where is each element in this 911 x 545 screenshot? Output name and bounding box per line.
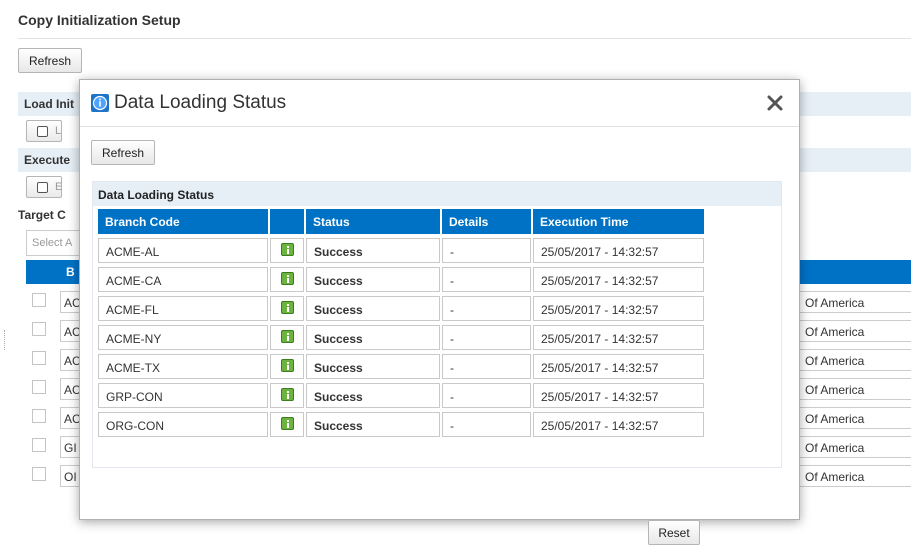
row-region-cell: Of America [798, 349, 911, 371]
status-cell: Success [306, 238, 440, 263]
target-table-header-label: B [66, 265, 75, 279]
details-icon-cell [270, 325, 304, 350]
page-title: Copy Initialization Setup [18, 12, 181, 28]
column-icon [270, 209, 304, 234]
row-checkbox[interactable] [32, 467, 46, 481]
row-checkbox[interactable] [32, 322, 46, 336]
execute-button-label: E [55, 181, 63, 193]
info-details-icon[interactable] [281, 301, 294, 314]
details-cell: - [442, 354, 531, 379]
branch-code-cell: ORG-CON [98, 412, 268, 437]
table-row: ACME-FL Success -25/05/2017 - 14:32:57 [98, 294, 704, 323]
data-loading-status-dialog: Data Loading Status Refresh Data Loading… [79, 79, 800, 545]
details-icon-cell [270, 383, 304, 408]
title-divider [18, 38, 911, 39]
status-cell: Success [306, 383, 440, 408]
details-cell: - [442, 267, 531, 292]
details-icon-cell [270, 238, 304, 263]
info-details-icon[interactable] [281, 417, 294, 430]
select-all-dropdown[interactable]: Select A [26, 230, 86, 256]
table-row: ACME-CA Success -25/05/2017 - 14:32:57 [98, 265, 704, 294]
details-icon-cell [270, 412, 304, 437]
execution-time-cell: 25/05/2017 - 14:32:57 [533, 383, 704, 408]
execution-time-cell: 25/05/2017 - 14:32:57 [533, 238, 704, 263]
row-region-cell: Of America [798, 436, 911, 458]
dialog-refresh-button[interactable]: Refresh [91, 140, 155, 165]
column-status[interactable]: Status [306, 209, 440, 234]
branch-code-cell: ACME-FL [98, 296, 268, 321]
execution-time-cell: 25/05/2017 - 14:32:57 [533, 296, 704, 321]
column-branch-code[interactable]: Branch Code [98, 209, 268, 234]
row-checkbox[interactable] [32, 409, 46, 423]
branch-code-cell: ACME-TX [98, 354, 268, 379]
table-row: ORG-CON Success -25/05/2017 - 14:32:57 [98, 410, 704, 439]
reset-button[interactable]: Reset [648, 520, 700, 545]
execution-time-cell: 25/05/2017 - 14:32:57 [533, 267, 704, 292]
page-refresh-button[interactable]: Refresh [18, 48, 82, 73]
details-cell: - [442, 383, 531, 408]
status-cell: Success [306, 412, 440, 437]
info-details-icon[interactable] [281, 359, 294, 372]
row-checkbox[interactable] [32, 351, 46, 365]
branch-code-cell: ACME-CA [98, 267, 268, 292]
execution-time-cell: 25/05/2017 - 14:32:57 [533, 412, 704, 437]
row-region-cell: Of America [798, 407, 911, 429]
row-region-cell: Of America [798, 320, 911, 342]
load-init-button[interactable]: L [26, 120, 62, 142]
status-cell: Success [306, 325, 440, 350]
details-icon-cell [270, 296, 304, 321]
status-cell: Success [306, 354, 440, 379]
resize-handle[interactable] [4, 330, 7, 350]
table-row: ACME-TX Success -25/05/2017 - 14:32:57 [98, 352, 704, 381]
details-cell: - [442, 412, 531, 437]
column-details[interactable]: Details [442, 209, 531, 234]
branch-code-cell: GRP-CON [98, 383, 268, 408]
dialog-title: Data Loading Status [114, 92, 287, 113]
status-cell: Success [306, 296, 440, 321]
info-details-icon[interactable] [281, 388, 294, 401]
execute-button[interactable]: E [26, 176, 62, 198]
panel-title: Data Loading Status [93, 182, 781, 206]
row-region-cell: Of America [798, 465, 911, 487]
info-details-icon[interactable] [281, 272, 294, 285]
details-icon-cell [270, 354, 304, 379]
checkbox-icon [37, 182, 48, 193]
row-checkbox[interactable] [32, 293, 46, 307]
status-panel: Data Loading Status Branch Code Status D… [92, 181, 782, 545]
column-execution-time[interactable]: Execution Time [533, 209, 704, 234]
info-details-icon[interactable] [281, 330, 294, 343]
checkbox-icon [37, 126, 48, 137]
details-cell: - [442, 238, 531, 263]
table-row: ACME-AL Success -25/05/2017 - 14:32:57 [98, 236, 704, 265]
table-row: GRP-CON Success -25/05/2017 - 14:32:57 [98, 381, 704, 410]
branch-code-cell: ACME-AL [98, 238, 268, 263]
dialog-header: Data Loading Status [80, 80, 799, 127]
close-icon[interactable] [765, 93, 785, 113]
table-row: ACME-NY Success -25/05/2017 - 14:32:57 [98, 323, 704, 352]
table-header: Branch Code Status Details Execution Tim… [98, 209, 704, 234]
row-region-cell: Of America [798, 291, 911, 313]
row-region-cell: Of America [798, 378, 911, 400]
info-details-icon[interactable] [281, 243, 294, 256]
details-cell: - [442, 325, 531, 350]
row-checkbox[interactable] [32, 380, 46, 394]
details-cell: - [442, 296, 531, 321]
row-checkbox[interactable] [32, 438, 46, 452]
info-icon [91, 94, 109, 112]
execution-time-cell: 25/05/2017 - 14:32:57 [533, 325, 704, 350]
load-init-button-label: L [55, 125, 62, 137]
target-section-header: Target C [18, 208, 66, 222]
branch-code-cell: ACME-NY [98, 325, 268, 350]
details-icon-cell [270, 267, 304, 292]
execution-time-cell: 25/05/2017 - 14:32:57 [533, 354, 704, 379]
status-cell: Success [306, 267, 440, 292]
